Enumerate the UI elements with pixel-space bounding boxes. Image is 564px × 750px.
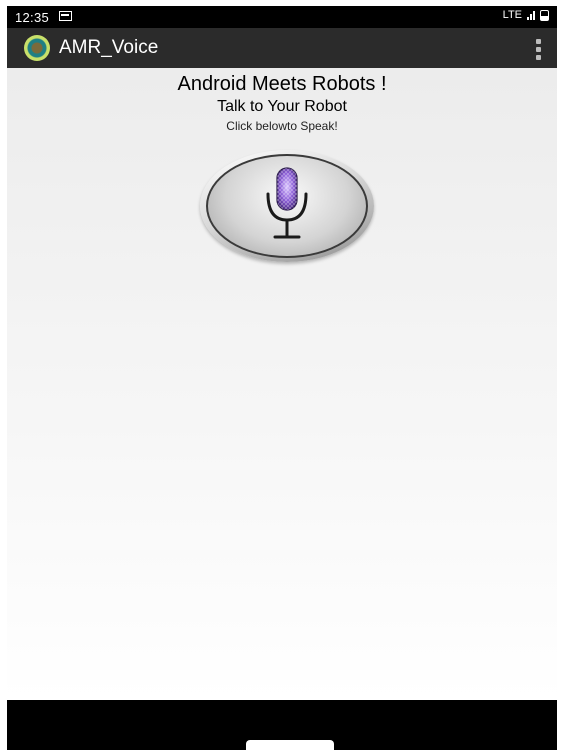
status-indicators: LTE xyxy=(503,9,549,21)
app-logo-icon xyxy=(24,35,50,61)
network-type: LTE xyxy=(502,9,522,21)
speak-button[interactable] xyxy=(200,150,374,262)
app-title: AMR_Voice xyxy=(59,37,159,58)
headline: Android Meets Robots ! xyxy=(177,73,387,95)
main-content: Android Meets Robots ! Talk to Your Robo… xyxy=(7,68,557,700)
status-time: 12:35 xyxy=(15,10,50,25)
status-bar: 12:35 LTE xyxy=(7,6,557,28)
signal-icon xyxy=(527,10,535,20)
home-indicator[interactable] xyxy=(246,740,334,750)
phone-screen: 12:35 LTE AMR_Voice Android Meets Robots… xyxy=(7,6,557,750)
speak-hint: Click belowto Speak! xyxy=(226,119,338,133)
navigation-bar xyxy=(7,700,557,750)
notification-icon xyxy=(59,11,72,21)
overflow-menu-icon[interactable] xyxy=(534,39,543,60)
action-bar: AMR_Voice xyxy=(7,28,557,68)
microphone-icon xyxy=(266,167,308,239)
battery-icon xyxy=(540,9,549,21)
subhead: Talk to Your Robot xyxy=(217,98,347,115)
